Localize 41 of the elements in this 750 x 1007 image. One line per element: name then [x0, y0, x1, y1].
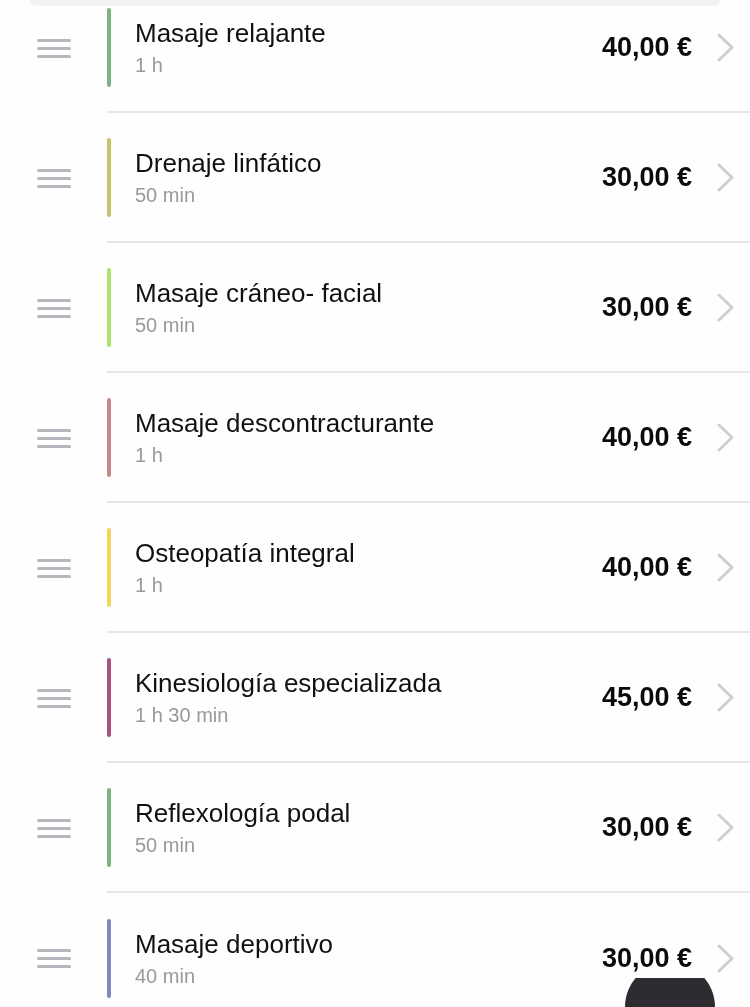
drag-handle-icon[interactable]: [36, 428, 71, 448]
chevron-icon[interactable]: [717, 292, 734, 322]
drag-handle-icon[interactable]: [36, 558, 71, 578]
service-price: 40,00 €: [601, 420, 692, 454]
service-duration: 1 h: [135, 52, 163, 78]
service-price: 40,00 €: [601, 30, 692, 64]
service-duration: 50 min: [135, 832, 196, 858]
drag-handle-icon[interactable]: [36, 818, 71, 838]
service-price: 30,00 €: [601, 810, 692, 844]
drag-handle-icon[interactable]: [36, 298, 71, 318]
chevron-icon[interactable]: [717, 682, 734, 712]
chevron-icon[interactable]: [717, 162, 734, 192]
chevron-icon[interactable]: [717, 812, 734, 842]
service-duration: 40 min: [135, 963, 196, 989]
chevron-icon[interactable]: [717, 32, 734, 62]
service-price: 30,00 €: [601, 160, 692, 194]
drag-handle-icon[interactable]: [36, 948, 71, 968]
service-name: Drenaje linfático: [135, 146, 322, 179]
service-name: Osteopatía integral: [135, 536, 355, 569]
service-price: 45,00 €: [601, 680, 692, 714]
service-name: Kinesiología especializada: [135, 666, 442, 699]
service-duration: 1 h: [135, 572, 163, 598]
service-name: Masaje relajante: [135, 16, 326, 49]
service-price: 30,00 €: [601, 290, 692, 324]
service-duration: 50 min: [135, 182, 196, 208]
service-price: 40,00 €: [601, 550, 692, 584]
floating-action-button[interactable]: [625, 978, 715, 1007]
service-name: Masaje descontracturante: [135, 406, 435, 439]
service-duration: 1 h: [135, 442, 163, 468]
chevron-icon[interactable]: [717, 943, 734, 973]
service-price: 30,00 €: [601, 941, 692, 975]
chevron-icon[interactable]: [717, 422, 734, 452]
drag-handle-icon[interactable]: [36, 38, 71, 58]
service-name: Masaje deportivo: [135, 927, 333, 960]
service-duration: 50 min: [135, 312, 196, 338]
chevron-icon[interactable]: [717, 552, 734, 582]
drag-handle-icon[interactable]: [36, 168, 71, 188]
service-name: Reflexología podal: [135, 796, 351, 829]
drag-handle-icon[interactable]: [36, 688, 71, 708]
service-name: Masaje cráneo- facial: [135, 276, 383, 309]
service-duration: 1 h 30 min: [135, 702, 229, 728]
